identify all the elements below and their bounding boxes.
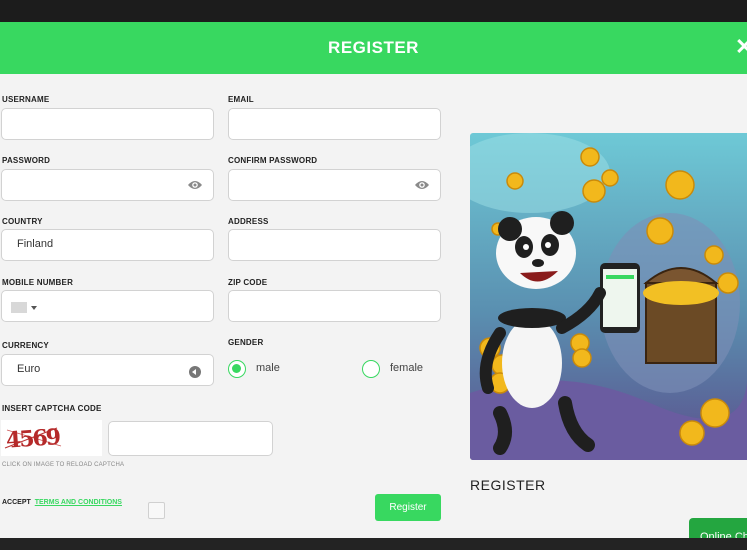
- footer-strip: [0, 538, 747, 550]
- confirm-password-field[interactable]: [228, 169, 441, 201]
- close-icon[interactable]: ✕: [735, 34, 747, 60]
- currency-value: Euro: [17, 363, 41, 375]
- email-label: EMAIL: [228, 95, 254, 104]
- gender-female-label[interactable]: female: [390, 362, 423, 374]
- side-title: REGISTER: [470, 477, 546, 493]
- currency-label: CURRENCY: [2, 341, 49, 350]
- zip-field[interactable]: [228, 290, 441, 322]
- modal-header: REGISTER ✕: [0, 22, 747, 74]
- captcha-label: INSERT CAPTCHA CODE: [2, 404, 102, 413]
- accept-terms-checkbox[interactable]: [148, 502, 165, 519]
- promo-illustration: [470, 133, 747, 460]
- mobile-field[interactable]: [1, 290, 214, 322]
- chevron-left-icon[interactable]: [189, 366, 201, 378]
- username-field[interactable]: [1, 108, 214, 140]
- gender-label: GENDER: [228, 338, 264, 347]
- site-header-strip: [0, 0, 747, 22]
- address-field[interactable]: [228, 229, 441, 261]
- address-label: ADDRESS: [228, 217, 269, 226]
- eye-icon[interactable]: [414, 179, 430, 191]
- password-label: PASSWORD: [2, 156, 51, 165]
- country-value: Finland: [17, 238, 54, 250]
- chevron-down-icon[interactable]: [31, 306, 37, 310]
- confirm-password-label: CONFIRM PASSWORD: [228, 156, 318, 165]
- captcha-image[interactable]: 4569: [1, 420, 102, 456]
- mobile-label: MOBILE NUMBER: [2, 278, 74, 287]
- accept-terms-text: ACCEPT TERMS AND CONDITIONS: [2, 499, 122, 506]
- gender-male-label[interactable]: male: [256, 362, 280, 374]
- captcha-hint: CLICK ON IMAGE TO RELOAD CAPTCHA: [2, 462, 125, 468]
- zip-label: ZIP CODE: [228, 278, 268, 287]
- gender-male-radio[interactable]: [228, 360, 246, 378]
- country-field[interactable]: Finland: [1, 229, 214, 261]
- username-label: USERNAME: [2, 95, 50, 104]
- gender-female-radio[interactable]: [362, 360, 380, 378]
- accept-prefix: ACCEPT: [2, 499, 31, 506]
- captcha-input[interactable]: [108, 421, 273, 456]
- register-button[interactable]: Register: [375, 494, 441, 521]
- terms-link[interactable]: TERMS AND CONDITIONS: [35, 499, 122, 506]
- password-field[interactable]: [1, 169, 214, 201]
- captcha-code: 4569: [5, 424, 61, 454]
- eye-icon[interactable]: [187, 179, 203, 191]
- email-field[interactable]: [228, 108, 441, 140]
- flag-icon[interactable]: [11, 302, 27, 313]
- currency-select[interactable]: Euro: [1, 354, 214, 386]
- country-label: COUNTRY: [2, 217, 43, 226]
- modal-title: REGISTER: [328, 38, 419, 57]
